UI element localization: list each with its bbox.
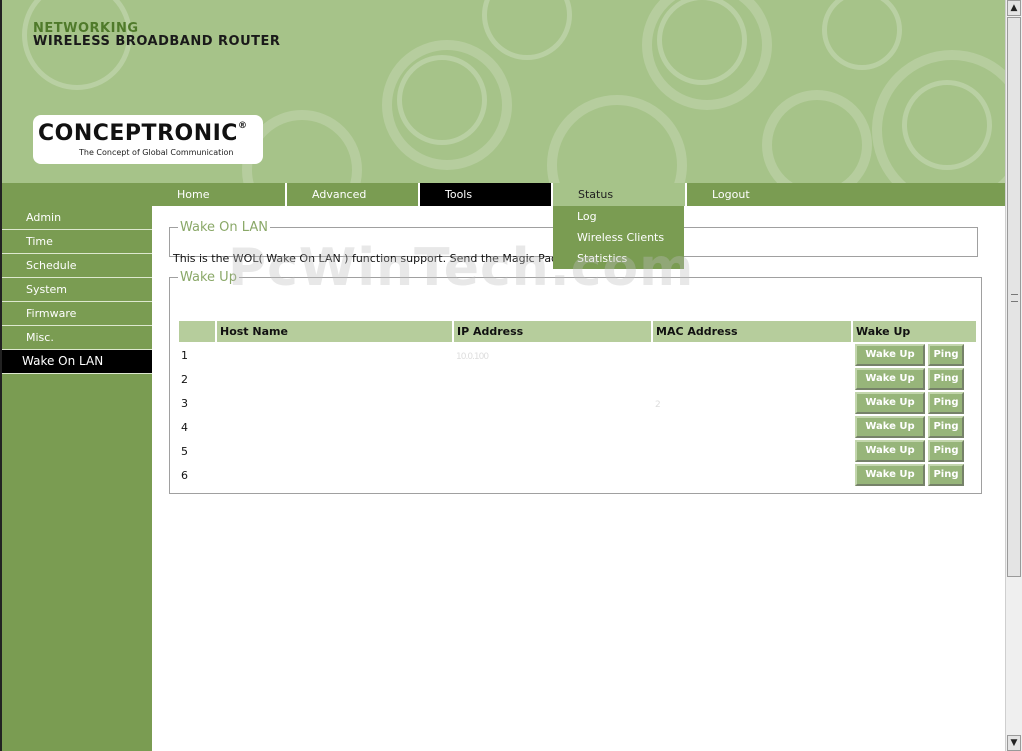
mac-address-cell [653, 464, 851, 486]
decor-ring [762, 90, 872, 183]
sidebar-item-wake-on-lan[interactable]: Wake On LAN [2, 350, 152, 374]
col-header-num [179, 321, 215, 342]
tab-home[interactable]: Home [152, 183, 285, 206]
host-name-cell [217, 392, 452, 414]
table-row: 2 Wake Up Ping [179, 368, 976, 390]
sidebar-item-misc[interactable]: Misc. [2, 326, 152, 350]
ip-address-cell: 10.0.100 [456, 351, 489, 362]
conceptronic-logo: CONCEPTRONIC® The Concept of Global Comm… [33, 115, 263, 164]
ip-address-cell [454, 416, 651, 438]
decor-ring [397, 55, 487, 145]
host-name-cell [217, 440, 452, 462]
wake-up-button[interactable]: Wake Up [855, 392, 925, 414]
logo-name: CONCEPTRONIC [38, 121, 238, 146]
scroll-down-icon[interactable]: ▼ [1007, 735, 1021, 751]
actions-cell: Wake Up Ping [853, 440, 976, 462]
header-banner: NETWORKING WIRELESS BROADBAND ROUTER CON… [2, 0, 1005, 183]
table-row: 3 2 Wake Up Ping [179, 392, 976, 414]
host-name-cell [217, 344, 452, 366]
mac-address-cell [653, 344, 851, 366]
sidebar: Admin Time Schedule System Firmware Misc… [2, 183, 152, 751]
row-number: 4 [181, 420, 188, 434]
actions-cell: Wake Up Ping [853, 344, 976, 366]
row-number: 1 [181, 348, 188, 362]
logo-tagline: The Concept of Global Communication [79, 148, 234, 157]
table-row: 1 10.0.100 Wake Up Ping [179, 344, 976, 366]
col-header-wake-up: Wake Up [853, 321, 976, 342]
wakeup-section: Wake Up Host Name IP Address MAC Address… [169, 270, 982, 494]
actions-cell: Wake Up Ping [853, 392, 976, 414]
sidebar-item-firmware[interactable]: Firmware [2, 302, 152, 326]
actions-cell: Wake Up Ping [853, 416, 976, 438]
tab-tools[interactable]: Tools [418, 183, 551, 206]
menu-item-wireless-clients[interactable]: Wireless Clients [553, 227, 684, 248]
table-row: 6 Wake Up Ping [179, 464, 976, 486]
wake-up-button[interactable]: Wake Up [855, 416, 925, 438]
wake-up-button[interactable]: Wake Up [855, 464, 925, 486]
ping-button[interactable]: Ping [928, 368, 964, 390]
ping-button[interactable]: Ping [928, 464, 964, 486]
row-number: 2 [181, 372, 188, 386]
decor-ring [822, 0, 902, 70]
wol-legend: Wake On LAN [180, 220, 268, 235]
col-header-host-name: Host Name [217, 321, 452, 342]
wakeup-legend: Wake Up [180, 270, 237, 285]
top-nav: Home Advanced Tools Status Logout [152, 183, 1005, 206]
mac-address-cell [653, 368, 851, 390]
mac-address-cell [653, 440, 851, 462]
menu-item-statistics[interactable]: Statistics [553, 248, 684, 269]
scrollbar-thumb[interactable] [1007, 17, 1021, 577]
registered-mark: ® [237, 121, 248, 131]
ping-button[interactable]: Ping [928, 344, 964, 366]
tab-advanced[interactable]: Advanced [285, 183, 418, 206]
mac-address-cell [653, 416, 851, 438]
host-name-cell [217, 416, 452, 438]
actions-cell: Wake Up Ping [853, 368, 976, 390]
table-row: 5 Wake Up Ping [179, 440, 976, 462]
brand-product: WIRELESS BROADBAND ROUTER [33, 34, 281, 49]
sidebar-item-schedule[interactable]: Schedule [2, 254, 152, 278]
ip-address-cell [454, 392, 651, 414]
wake-up-button[interactable]: Wake Up [855, 368, 925, 390]
tab-logout[interactable]: Logout [685, 183, 825, 206]
wakeup-table: Host Name IP Address MAC Address Wake Up… [177, 319, 978, 488]
decor-ring [547, 95, 687, 183]
wake-up-button[interactable]: Wake Up [855, 344, 925, 366]
sidebar-item-system[interactable]: System [2, 278, 152, 302]
scroll-up-icon[interactable]: ▲ [1007, 0, 1021, 16]
ip-address-cell [454, 368, 651, 390]
row-number: 3 [181, 396, 188, 410]
host-name-cell [217, 368, 452, 390]
ping-button[interactable]: Ping [928, 416, 964, 438]
decor-ring [482, 0, 572, 60]
ip-address-cell [454, 440, 651, 462]
tab-status[interactable]: Status [551, 183, 685, 206]
wol-description: This is the WOL( Wake On LAN ) function … [173, 252, 611, 265]
grip-icon [1011, 294, 1018, 302]
col-header-mac-address: MAC Address [653, 321, 851, 342]
decor-ring [902, 80, 992, 170]
menu-item-log[interactable]: Log [553, 206, 684, 227]
actions-cell: Wake Up Ping [853, 464, 976, 486]
ip-address-cell [454, 464, 651, 486]
mac-address-cell: 2 [655, 399, 661, 410]
ping-button[interactable]: Ping [928, 392, 964, 414]
table-row: 4 Wake Up Ping [179, 416, 976, 438]
col-header-ip-address: IP Address [454, 321, 651, 342]
status-dropdown-menu: Log Wireless Clients Statistics [553, 206, 684, 269]
sidebar-item-time[interactable]: Time [2, 230, 152, 254]
ping-button[interactable]: Ping [928, 440, 964, 462]
row-number: 5 [181, 444, 188, 458]
vertical-scrollbar[interactable]: ▲ ▼ [1005, 0, 1022, 751]
sidebar-item-admin[interactable]: Admin [2, 206, 152, 230]
host-name-cell [217, 464, 452, 486]
row-number: 6 [181, 468, 188, 482]
wake-up-button[interactable]: Wake Up [855, 440, 925, 462]
